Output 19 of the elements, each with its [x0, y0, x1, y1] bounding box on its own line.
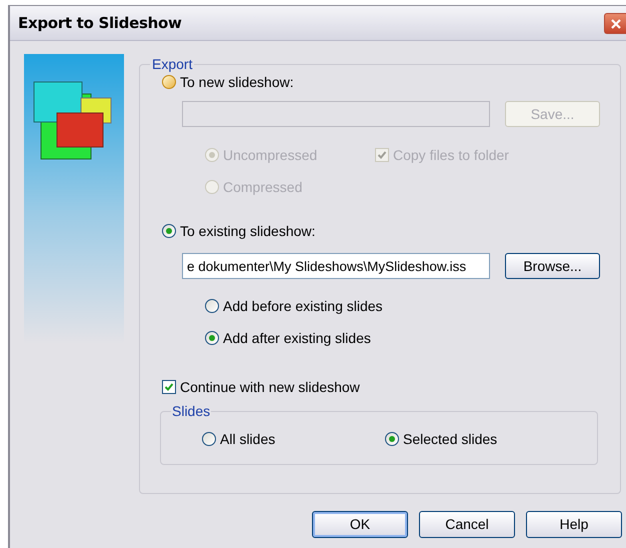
- radio-button[interactable]: Selected slides: [385, 428, 498, 450]
- radio-button[interactable]: To new slideshow:: [162, 72, 294, 92]
- group-label: Export: [151, 56, 194, 72]
- dialog-button[interactable]: Help: [526, 511, 622, 538]
- path-field[interactable]: e dokumenter\My Slideshows\MySlideshow.iss: [182, 253, 490, 279]
- button[interactable]: Browse...: [505, 253, 600, 279]
- dialog-button[interactable]: Cancel: [419, 511, 515, 538]
- checkbox[interactable]: Continue with new slideshow: [162, 376, 360, 398]
- radio-button[interactable]: Add before existing slides: [205, 296, 383, 316]
- radio-button[interactable]: All slides: [202, 428, 276, 450]
- radio-button[interactable]: To existing slideshow:: [162, 220, 316, 242]
- checkmark-icon: [377, 150, 387, 160]
- close-button[interactable]: [604, 13, 626, 34]
- radio-button[interactable]: Add after existing slides: [205, 328, 371, 348]
- window-title: Export to Slideshow: [18, 12, 182, 34]
- group-label: Slides: [171, 403, 212, 419]
- checkmark-icon: [164, 382, 174, 392]
- dialog-button[interactable]: OK: [312, 511, 408, 538]
- close-icon: [610, 18, 622, 30]
